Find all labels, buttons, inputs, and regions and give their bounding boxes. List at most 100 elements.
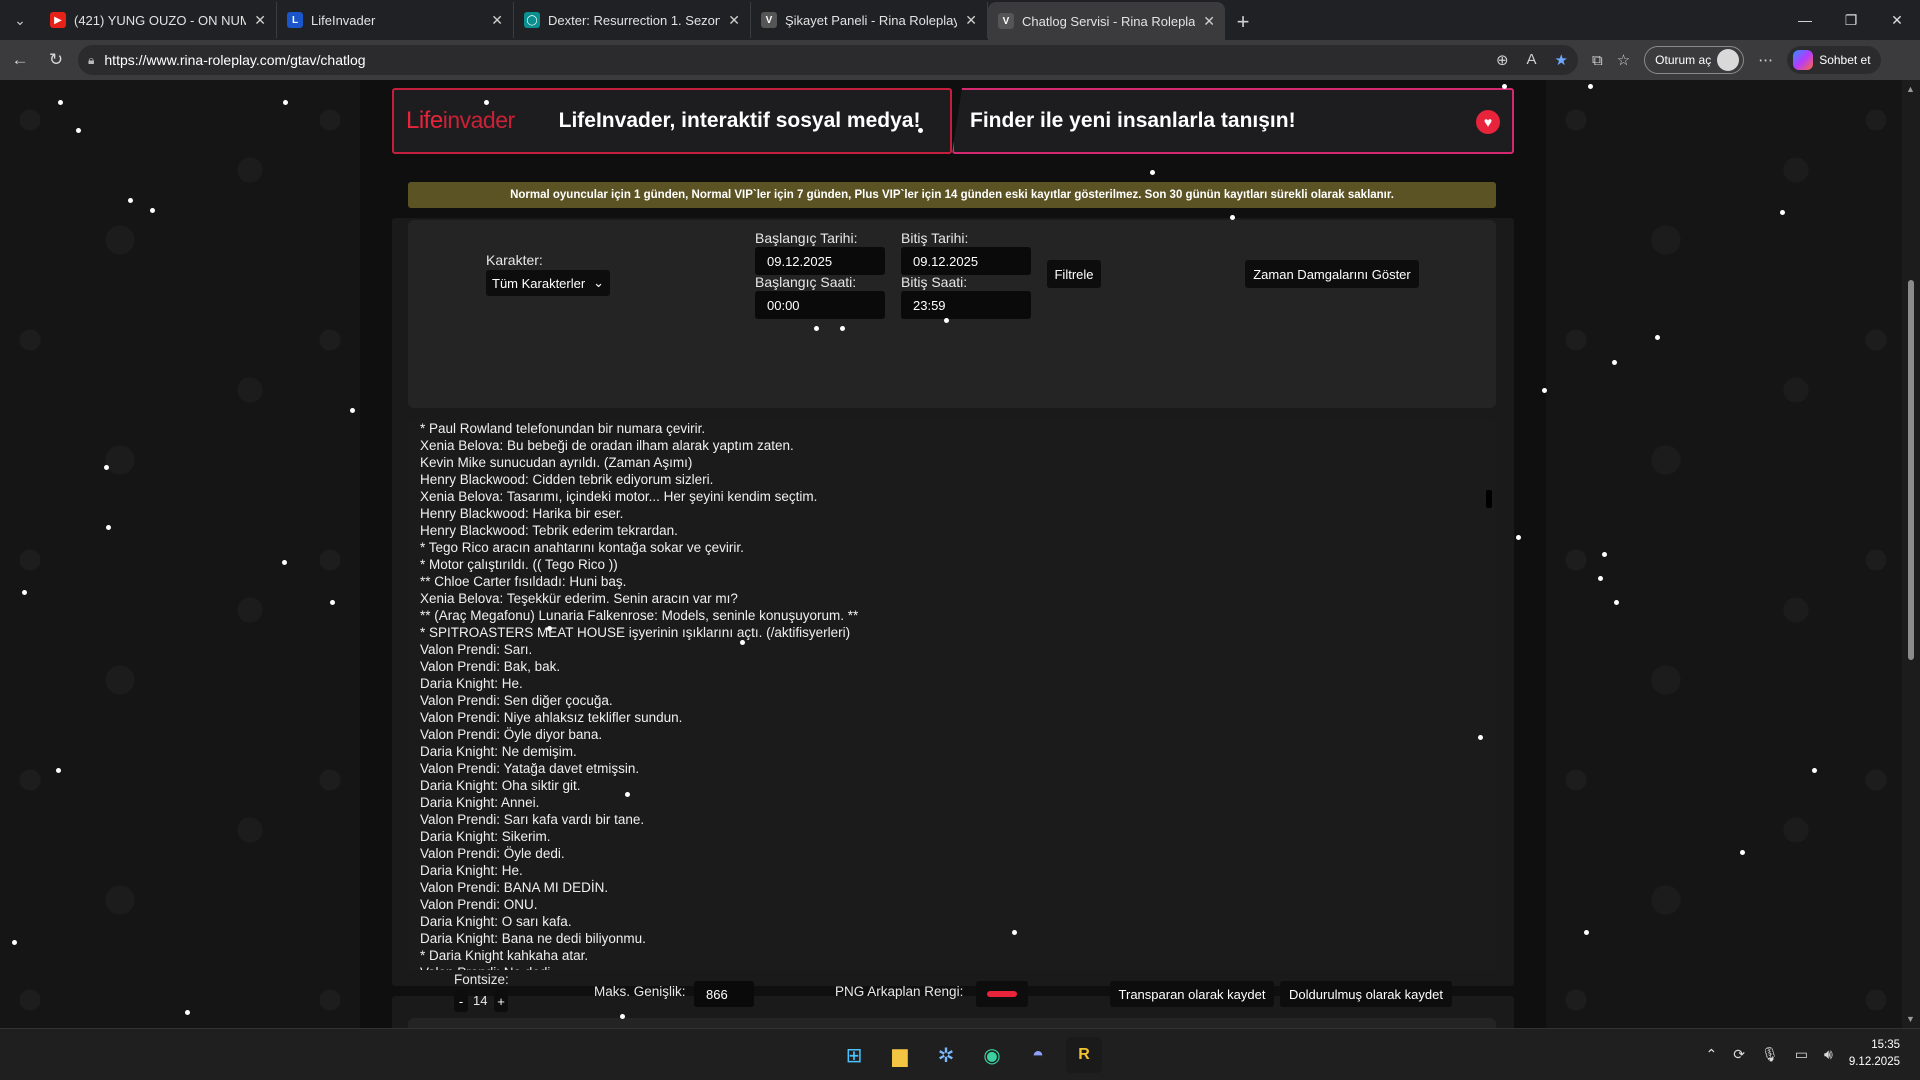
browser-tab[interactable]: L LifeInvader ✕ [277,2,514,38]
snowflake [1516,535,1521,540]
chatlog-line: Kevin Mike sunucudan ayrıldı. (Zaman Aşı… [420,455,693,470]
close-window-icon[interactable]: ✕ [1874,0,1920,40]
game-launcher-icon[interactable]: R [1066,1037,1102,1073]
chatlog-line: ** Chloe Carter fısıldadı: Huni baş. [420,574,627,589]
save-transparent-button[interactable]: Transparan olarak kaydet [1110,981,1274,1007]
chatlog-line: Valon Prendi: Sarı kafa vardı bir tane. [420,812,645,827]
browser-tab[interactable]: V Şikayet Paneli - Rina Roleplay GTA ✕ [751,2,988,38]
snowflake [1602,552,1607,557]
max-width-input[interactable]: 866 [694,981,754,1007]
favorite-star-icon[interactable]: ★ [1555,51,1568,69]
snowflake [22,590,27,595]
app-icon[interactable]: ✲ [928,1037,964,1073]
snowflake [1612,360,1617,365]
chatlog-line: Valon Prendi: ONU. [420,897,538,912]
chatlog-lines: * Paul Rowland telefonundan bir numara ç… [420,420,1484,970]
system-clock[interactable]: 15:35 9.12.2025 [1849,1037,1900,1071]
close-tab-icon[interactable]: ✕ [491,12,503,29]
file-explorer-icon[interactable]: ▆ [882,1037,918,1073]
lifeinvader-banner[interactable]: Lifeinvader LifeInvader, interaktif sosy… [392,88,952,154]
chatlog-line: Valon Prendi: Yatağa davet etmişsin. [420,761,640,776]
show-timestamps-button[interactable]: Zaman Damgalarını Göster [1245,260,1419,288]
chatlog-line: Daria Knight: Ne demişim. [420,744,577,759]
discord-icon[interactable]: ◓ [1020,1037,1056,1073]
minimize-icon[interactable]: — [1782,0,1828,40]
browser-tab[interactable]: ◯ Dexter: Resurrection 1. Sezon 1. Bö ✕ [514,2,751,38]
chatlog-line: * Tego Rico aracın anahtarını kontağa so… [420,540,744,555]
snowflake [1542,388,1547,393]
microphone-icon[interactable]: 🎙︎ [1761,1046,1779,1063]
finder-banner[interactable]: Finder ile yeni insanlarla tanışın! ♥ [952,88,1514,154]
filter-button[interactable]: Filtrele [1047,260,1101,288]
close-tab-icon[interactable]: ✕ [728,12,740,29]
tab-favicon-icon: ▶ [50,12,66,28]
chatlog-line: Valon Prendi: Bak, bak. [420,659,561,674]
read-aloud-icon[interactable]: A [1527,51,1537,69]
profile-button[interactable]: Oturum aç [1644,46,1745,74]
fontsize-increase-button[interactable]: + [494,990,508,1012]
chatlog-line: * Daria Knight kahkaha atar. [420,948,589,963]
snowflake [76,128,81,133]
snowflake [1740,850,1745,855]
snowflake [106,525,111,530]
snowflake [330,600,335,605]
end-date-input[interactable]: 09.12.2025 [901,247,1031,275]
new-tab-button[interactable]: + [1225,4,1261,40]
scroll-up-icon[interactable]: ▲ [1906,84,1915,94]
zoom-icon[interactable]: ⊕ [1496,51,1509,69]
sync-icon[interactable]: ⟳ [1733,1046,1745,1063]
network-icon[interactable]: ▭ [1795,1046,1808,1063]
more-options-icon[interactable]: ⋯ [1758,51,1773,69]
tab-title: Chatlog Servisi - Rina Roleplay GTA [1022,13,1196,29]
extensions-icon[interactable]: ⧉ [1592,52,1603,69]
edge-browser-icon[interactable]: ◉ [974,1037,1010,1073]
browser-tab[interactable]: V Chatlog Servisi - Rina Roleplay GTA ✕ [988,2,1225,40]
snowflake [944,318,949,323]
save-filled-button[interactable]: Doldurulmuş olarak kaydet [1280,981,1452,1007]
fontsize-decrease-button[interactable]: - [454,990,468,1012]
snowflake [625,792,630,797]
chevron-up-icon[interactable]: ⌃ [1706,1046,1718,1063]
copilot-icon [1793,50,1814,70]
avatar [1717,49,1740,71]
back-icon[interactable]: ← [2,42,38,78]
address-bar[interactable]: 🔒︎ https://www.rina-roleplay.com/gtav/ch… [78,45,1578,75]
restore-icon[interactable]: ❐ [1828,0,1874,40]
volume-icon[interactable]: 🔊︎ [1824,1046,1833,1063]
favorites-icon[interactable]: ☆ [1617,51,1630,69]
character-select[interactable]: Tüm Karakterler ⌄ [486,270,610,296]
page-scrollbar[interactable]: ▲ ▼ [1902,80,1920,1028]
chatlog-line: Valon Prendi: Niye ahlaksız teklifler su… [420,710,683,725]
tab-favicon-icon: V [998,13,1014,29]
snowflake [547,626,552,631]
scrollbar-thumb[interactable] [1908,280,1914,660]
start-menu-icon[interactable]: ⊞ [836,1037,872,1073]
snowflake [12,940,17,945]
reload-icon[interactable]: ↻ [38,42,74,78]
close-tab-icon[interactable]: ✕ [1203,13,1215,30]
chatlog-line: Xenia Belova: Teşekkür ederim. Senin ara… [420,591,738,606]
snowflake [1588,84,1593,89]
scroll-down-icon[interactable]: ▼ [1906,1014,1915,1024]
tab-actions-menu-icon[interactable]: ⌄ [0,0,40,40]
browser-tab[interactable]: ▶ (421) YUNG OUZO - ON NUMARA ✕ [40,2,277,38]
close-tab-icon[interactable]: ✕ [254,12,266,29]
chatlog-line: Daria Knight: Sikerim. [420,829,551,844]
finder-banner-text: Finder ile yeni insanlarla tanışın! [970,109,1296,132]
lifeinvader-banner-text: LifeInvader, interaktif sosyal medya! [558,109,921,132]
end-time-label: Bitiş Saati: [901,274,968,290]
retention-notice: Normal oyuncular için 1 günden, Normal V… [408,182,1496,208]
start-time-input[interactable]: 00:00 [755,291,885,319]
snowflake [1655,335,1660,340]
windows-taskbar: ⊞ ▆ ✲ ◉ ◓ R ⌃ ⟳ 🎙︎ ▭ 🔊︎ 15:35 9.12.2025 [0,1028,1920,1080]
png-bg-color-picker[interactable] [976,981,1028,1007]
start-date-input[interactable]: 09.12.2025 [755,247,885,275]
chatlog-scroll-indicator[interactable] [1486,490,1492,508]
chatlog-line: Valon Prendi: Sarı. [420,642,533,657]
copilot-button[interactable]: Sohbet et [1787,46,1881,74]
end-time-input[interactable]: 23:59 [901,291,1031,319]
lock-icon[interactable]: 🔒︎ [88,53,94,68]
close-tab-icon[interactable]: ✕ [965,12,977,29]
clock-time: 15:35 [1871,1039,1900,1051]
chatlog-text-area[interactable]: * Paul Rowland telefonundan bir numara ç… [408,420,1496,970]
